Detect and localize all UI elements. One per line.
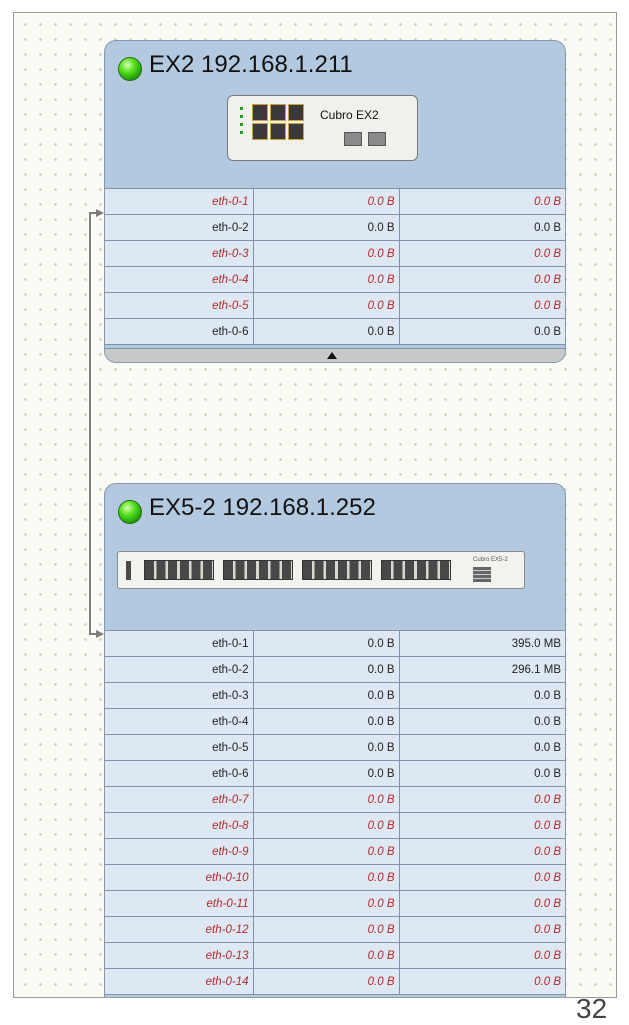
port-row[interactable]: eth-0-8 0.0 B 0.0 B [105,812,565,839]
port-rx-bytes: 0.0 B [253,708,400,735]
port-rx-bytes: 0.0 B [253,188,400,215]
port-row[interactable]: eth-0-4 0.0 B 0.0 B [105,708,565,735]
port-tx-bytes: 0.0 B [399,786,565,813]
port-tx-bytes: 0.0 B [399,214,565,241]
page-number: 32 [576,993,608,1024]
port-tx-bytes: 395.0 MB [399,630,565,657]
port-tx-bytes: 0.0 B [399,188,565,215]
port-tx-bytes: 0.0 B [399,240,565,267]
port-row[interactable]: eth-0-12 0.0 B 0.0 B [105,916,565,943]
port-row[interactable]: eth-0-10 0.0 B 0.0 B [105,864,565,891]
port-row[interactable]: eth-0-6 0.0 B 0.0 B [105,318,565,345]
port-rx-bytes: 0.0 B [253,292,400,319]
port-tx-bytes: 0.0 B [399,942,565,969]
switch-model-label: Cubro EX2 [320,108,379,122]
port-name: eth-0-3 [105,240,254,267]
port-name: eth-0-1 [105,630,254,657]
port-tx-bytes: 0.0 B [399,916,565,943]
switch-faceplate-icon[interactable]: Cubro EX5-2 [117,551,525,589]
port-row[interactable]: eth-0-6 0.0 B 0.0 B [105,760,565,787]
port-name: eth-0-10 [105,864,254,891]
port-rx-bytes: 0.0 B [253,786,400,813]
status-online-icon [118,57,142,81]
port-table: eth-0-1 0.0 B 395.0 MB eth-0-2 0.0 B 296.1 MB… [105,630,565,995]
port-rx-bytes: 0.0 B [253,682,400,709]
port-name: eth-0-11 [105,890,254,917]
port-name: eth-0-14 [105,968,254,995]
port-tx-bytes: 0.0 B [399,708,565,735]
port-name: eth-0-5 [105,292,254,319]
collapse-arrow-icon [327,352,337,359]
port-tx-bytes: 0.0 B [399,682,565,709]
device-card-ex2[interactable]: EX2 192.168.1.211 Cubro EX2 eth-0-1 0.0 B… [104,40,566,363]
port-rx-bytes: 0.0 B [253,812,400,839]
port-name: eth-0-4 [105,266,254,293]
port-rx-bytes: 0.0 B [253,942,400,969]
status-online-icon [118,500,142,524]
port-tx-bytes: 0.0 B [399,890,565,917]
port-name: eth-0-7 [105,786,254,813]
port-rx-bytes: 0.0 B [253,318,400,345]
port-rx-bytes: 0.0 B [253,266,400,293]
port-row[interactable]: eth-0-7 0.0 B 0.0 B [105,786,565,813]
port-rx-bytes: 0.0 B [253,214,400,241]
port-name: eth-0-12 [105,916,254,943]
port-row[interactable]: eth-0-3 0.0 B 0.0 B [105,240,565,267]
port-name: eth-0-6 [105,318,254,345]
port-row[interactable]: eth-0-2 0.0 B 0.0 B [105,214,565,241]
port-name: eth-0-2 [105,214,254,241]
port-tx-bytes: 0.0 B [399,734,565,761]
device-title: EX5-2 192.168.1.252 [149,494,376,521]
port-rx-bytes: 0.0 B [253,734,400,761]
port-name: eth-0-2 [105,656,254,683]
port-row[interactable]: eth-0-2 0.0 B 296.1 MB [105,656,565,683]
port-name: eth-0-5 [105,734,254,761]
port-name: eth-0-4 [105,708,254,735]
port-rx-bytes: 0.0 B [253,890,400,917]
port-rx-bytes: 0.0 B [253,916,400,943]
switch-model-label: Cubro EX5-2 [473,557,508,563]
port-tx-bytes: 0.0 B [399,292,565,319]
port-name: eth-0-3 [105,682,254,709]
port-row[interactable]: eth-0-1 0.0 B 395.0 MB [105,630,565,657]
port-row[interactable]: eth-0-14 0.0 B 0.0 B [105,968,565,995]
port-name: eth-0-9 [105,838,254,865]
device-card-ex5-2[interactable]: EX5-2 192.168.1.252 Cubro EX5-2 eth-0-1 0… [104,483,566,997]
port-tx-bytes: 0.0 B [399,812,565,839]
port-name: eth-0-13 [105,942,254,969]
port-rx-bytes: 0.0 B [253,240,400,267]
port-tx-bytes: 0.0 B [399,838,565,865]
port-rx-bytes: 0.0 B [253,968,400,995]
device-header: EX2 192.168.1.211 Cubro EX2 [105,41,565,188]
switch-faceplate-icon[interactable]: Cubro EX2 [227,95,418,161]
port-rx-bytes: 0.0 B [253,760,400,787]
port-row[interactable]: eth-0-4 0.0 B 0.0 B [105,266,565,293]
collapse-toggle[interactable] [105,348,565,362]
port-row[interactable]: eth-0-3 0.0 B 0.0 B [105,682,565,709]
port-tx-bytes: 0.0 B [399,266,565,293]
port-tx-bytes: 0.0 B [399,318,565,345]
port-row[interactable]: eth-0-11 0.0 B 0.0 B [105,890,565,917]
port-rx-bytes: 0.0 B [253,630,400,657]
port-table: eth-0-1 0.0 B 0.0 Beth-0-2 0.0 B 0.0 Beth-0-… [105,188,565,345]
port-row[interactable]: eth-0-5 0.0 B 0.0 B [105,292,565,319]
port-rx-bytes: 0.0 B [253,864,400,891]
port-row[interactable]: eth-0-5 0.0 B 0.0 B [105,734,565,761]
port-name: eth-0-6 [105,760,254,787]
port-tx-bytes: 296.1 MB [399,656,565,683]
device-title: EX2 192.168.1.211 [149,51,353,78]
port-tx-bytes: 0.0 B [399,968,565,995]
topology-canvas[interactable]: EX2 192.168.1.211 Cubro EX2 eth-0-1 0.0 B… [13,12,617,998]
device-header: EX5-2 192.168.1.252 Cubro EX5-2 [105,484,565,630]
port-tx-bytes: 0.0 B [399,864,565,891]
port-rx-bytes: 0.0 B [253,656,400,683]
port-row[interactable]: eth-0-9 0.0 B 0.0 B [105,838,565,865]
port-name: eth-0-8 [105,812,254,839]
port-row[interactable]: eth-0-13 0.0 B 0.0 B [105,942,565,969]
port-rx-bytes: 0.0 B [253,838,400,865]
port-name: eth-0-1 [105,188,254,215]
port-row[interactable]: eth-0-1 0.0 B 0.0 B [105,188,565,215]
port-tx-bytes: 0.0 B [399,760,565,787]
